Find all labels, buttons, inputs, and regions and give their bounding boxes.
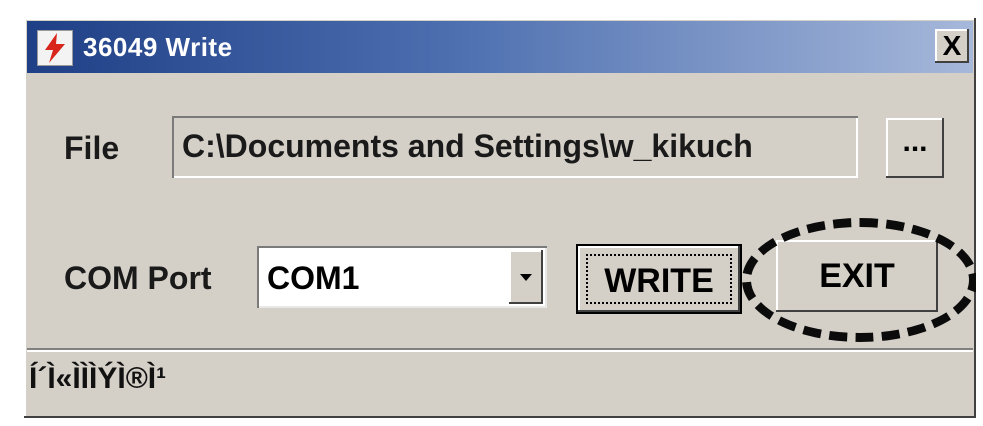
status-text: Í´Ì«ÌÌÌÝÌ®Ì¹ <box>29 362 167 395</box>
com-port-value: COM1 <box>267 260 360 296</box>
status-bar: Í´Ì«ÌÌÌÝÌ®Ì¹ <box>27 348 973 414</box>
com-port-select[interactable]: COM1 <box>257 246 547 308</box>
chevron-down-icon <box>520 274 532 281</box>
write-button[interactable]: WRITE <box>576 244 742 314</box>
close-icon: X <box>942 30 962 61</box>
browse-button[interactable]: ... <box>886 118 944 178</box>
exit-button[interactable]: EXIT <box>776 240 938 312</box>
title-bar[interactable]: 36049 Write X <box>27 21 973 73</box>
dropdown-button[interactable] <box>509 250 543 304</box>
window-title: 36049 Write <box>83 32 233 62</box>
close-button[interactable]: X <box>935 29 969 63</box>
app-lightning-icon <box>37 30 73 66</box>
write-button-label: WRITE <box>604 262 714 300</box>
com-port-label: COM Port <box>64 260 212 296</box>
file-path-field[interactable]: C:\Documents and Settings\w_kikuch <box>172 116 858 178</box>
write-dialog-window: 36049 Write X File C:\Documents and Sett… <box>24 18 976 418</box>
file-label: File <box>64 130 120 166</box>
